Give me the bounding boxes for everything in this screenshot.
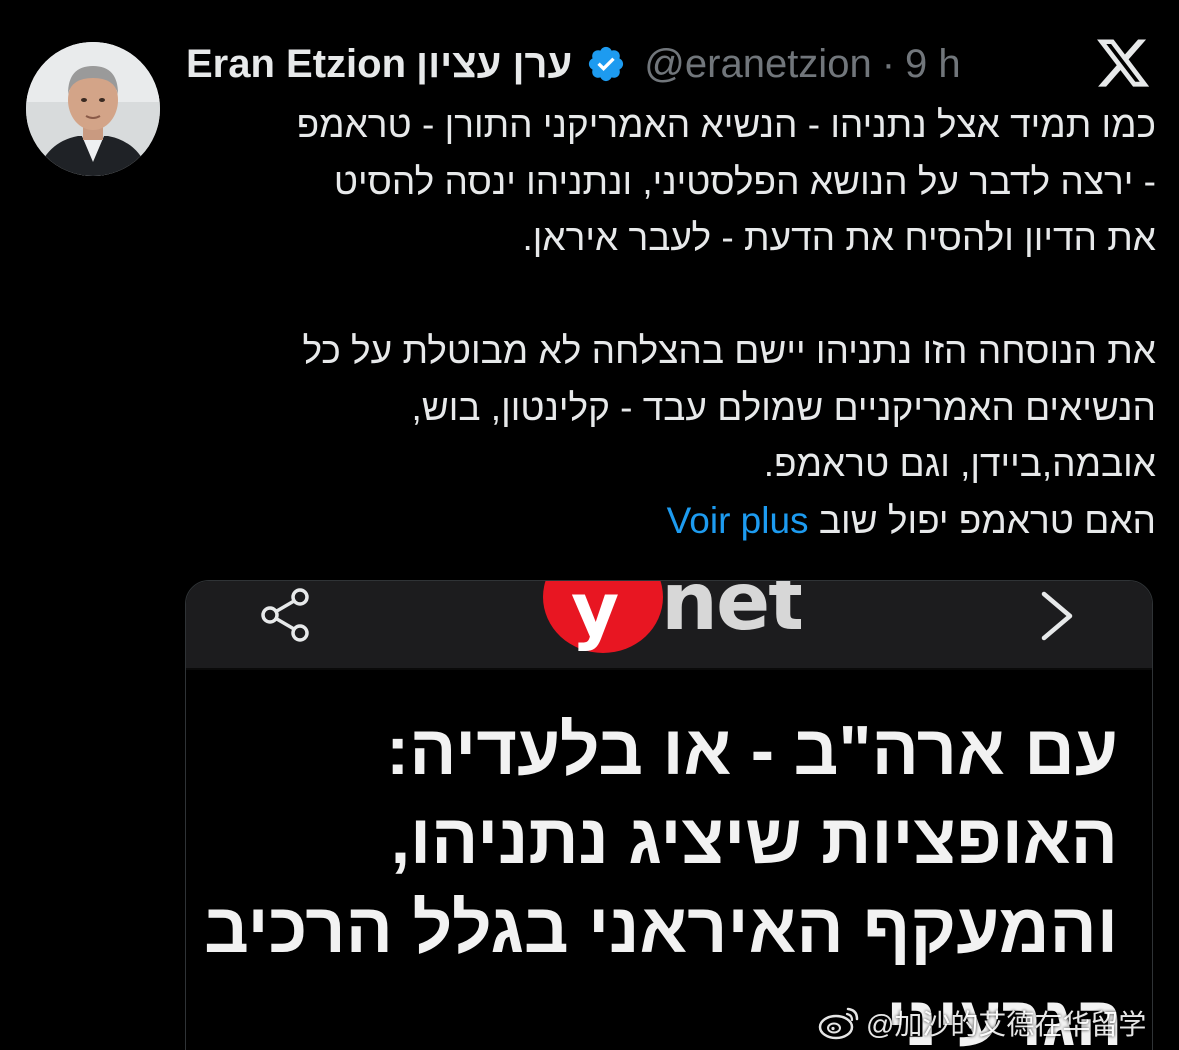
card-toolbar: y net <box>186 581 1152 670</box>
ynet-logo-letter: y <box>571 581 620 653</box>
display-name[interactable]: Eran Etzion <box>186 42 406 87</box>
ynet-logo-text: net <box>661 581 801 648</box>
tweet-line: כמו תמיד אצל נתניהו - הנשיא האמריקני התו… <box>296 104 1156 145</box>
tweet-line: אובמה,ביידן, וגם טראמפ. <box>763 443 1156 484</box>
headline-line: האופציות שיציג נתניהו, <box>390 800 1118 878</box>
headline-line: והמעקף האיראני בגלל הרכיב <box>204 889 1118 967</box>
tweet-line: האם טראמפ יפול שוב <box>818 499 1156 541</box>
separator-dot: · <box>881 41 896 86</box>
watermark-text: @加沙的艾德在华留学 <box>866 1009 1147 1040</box>
chevron-right-icon[interactable] <box>1028 586 1084 646</box>
tweet-screen: Eran Etzion ערן עציון @eranetzion · 9 h … <box>0 0 1179 1050</box>
profile-photo-icon <box>26 42 160 176</box>
tweet-line: את הדיון ולהסיח את הדעת - לעבר איראן. <box>522 217 1156 258</box>
tweet-line: את הנוסחה הזו נתניהו יישם בהצלחה לא מבוט… <box>302 330 1156 371</box>
watermark: @加沙的艾德在华留学 <box>818 1002 1146 1044</box>
tweet-header: Eran Etzion ערן עציון @eranetzion · 9 h <box>186 36 961 92</box>
share-icon[interactable] <box>256 585 316 645</box>
weibo-icon <box>818 1007 859 1040</box>
handle[interactable]: @eranetzion <box>644 42 871 87</box>
article-headline: עם ארה"ב - או בלעדיה: האופציות שיציג נתנ… <box>204 706 1118 973</box>
x-logo-icon[interactable] <box>1094 34 1152 92</box>
media-card[interactable]: y net עם ארה"ב - או בלעדיה: האופציות שיצ… <box>185 580 1153 1050</box>
tweet-line: הנשיאים האמריקניים שמולם עבד - קלינטון, … <box>411 386 1157 428</box>
avatar[interactable] <box>26 42 160 176</box>
tweet-text: כמו תמיד אצל נתניהו - הנשיא האמריקני התו… <box>176 97 1156 549</box>
tweet-last-line: האם טראמפ יפול שוב Voir plus <box>176 493 1156 550</box>
display-name-hebrew[interactable]: ערן עציון <box>416 42 572 87</box>
verified-badge-icon <box>589 46 624 82</box>
timestamp[interactable]: 9 h <box>905 42 961 87</box>
headline-line: עם ארה"ב - או בלעדיה: <box>385 711 1118 789</box>
tweet-line: - ירצה לדבר על הנושא הפלסטיני, ונתניהו י… <box>333 160 1156 202</box>
see-more-link[interactable]: Voir plus <box>667 500 809 541</box>
ynet-logo: y net <box>541 581 801 667</box>
